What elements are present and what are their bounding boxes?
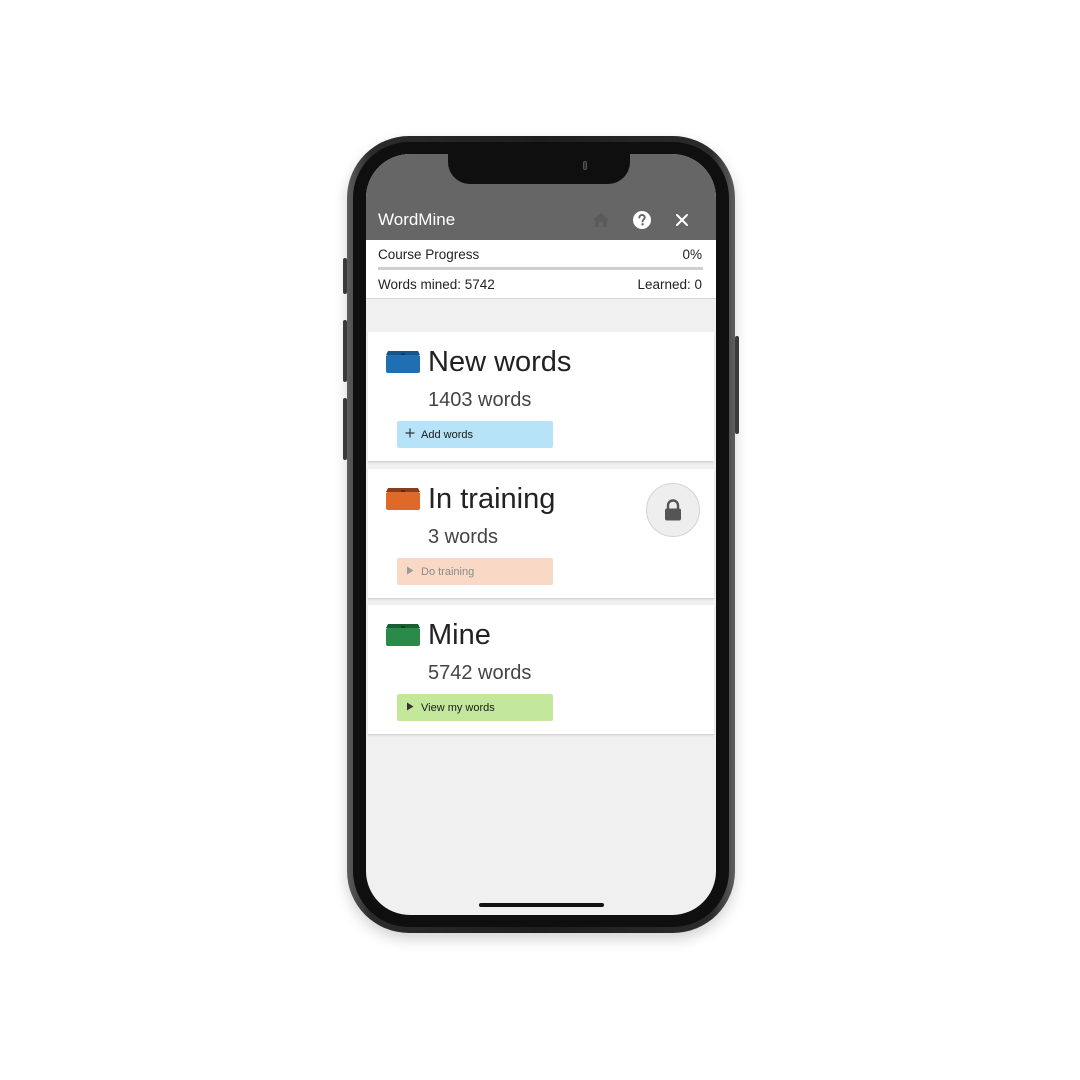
phone-side-button <box>343 320 347 382</box>
home-indicator <box>479 903 604 907</box>
in-training-count: 3 words <box>428 526 499 548</box>
home-icon[interactable] <box>589 208 613 232</box>
app-title: WordMine <box>378 210 456 229</box>
play-icon <box>399 702 421 714</box>
help-icon[interactable] <box>630 208 654 232</box>
view-my-words-label: View my words <box>421 701 495 714</box>
phone-side-button <box>343 398 347 460</box>
in-training-tray-icon <box>386 488 420 510</box>
add-words-button[interactable]: Add words <box>397 421 553 448</box>
in-training-card: In training 3 words Do training <box>368 469 714 599</box>
plus-icon <box>399 428 421 441</box>
lock-button[interactable] <box>646 483 700 537</box>
add-words-label: Add words <box>421 428 473 441</box>
do-training-label: Do training <box>421 565 475 578</box>
mine-title: Mine <box>428 619 491 651</box>
course-progress-bar <box>378 267 703 270</box>
course-progress-label: Course Progress <box>378 247 480 262</box>
status-bar <box>366 154 716 200</box>
course-progress-percent: 0% <box>682 247 702 262</box>
do-training-button[interactable]: Do training <box>397 558 553 585</box>
new-words-tray-icon <box>386 351 420 373</box>
words-mined-count: Words mined: 5742 <box>378 277 495 292</box>
phone-side-button <box>343 258 347 294</box>
phone-side-button <box>735 336 739 434</box>
lock-icon <box>665 499 681 521</box>
mine-count: 5742 words <box>428 662 532 684</box>
new-words-card: New words 1403 words Add words <box>368 332 714 462</box>
course-progress-panel: Course Progress 0% Words mined: 5742 Lea… <box>366 240 716 299</box>
mine-tray-icon <box>386 624 420 646</box>
app-bar: WordMine <box>366 200 716 240</box>
play-icon <box>399 566 421 578</box>
camera-icon <box>583 161 587 170</box>
mine-card: Mine 5742 words View my words <box>368 605 714 735</box>
close-icon[interactable] <box>670 208 694 232</box>
new-words-title: New words <box>428 346 572 378</box>
phone-screen: WordMine Course Progress 0% Words mined:… <box>366 154 716 915</box>
notch <box>448 154 630 184</box>
view-my-words-button[interactable]: View my words <box>397 694 553 721</box>
new-words-count: 1403 words <box>428 389 532 411</box>
in-training-title: In training <box>428 483 556 515</box>
learned-count: Learned: 0 <box>637 277 702 292</box>
